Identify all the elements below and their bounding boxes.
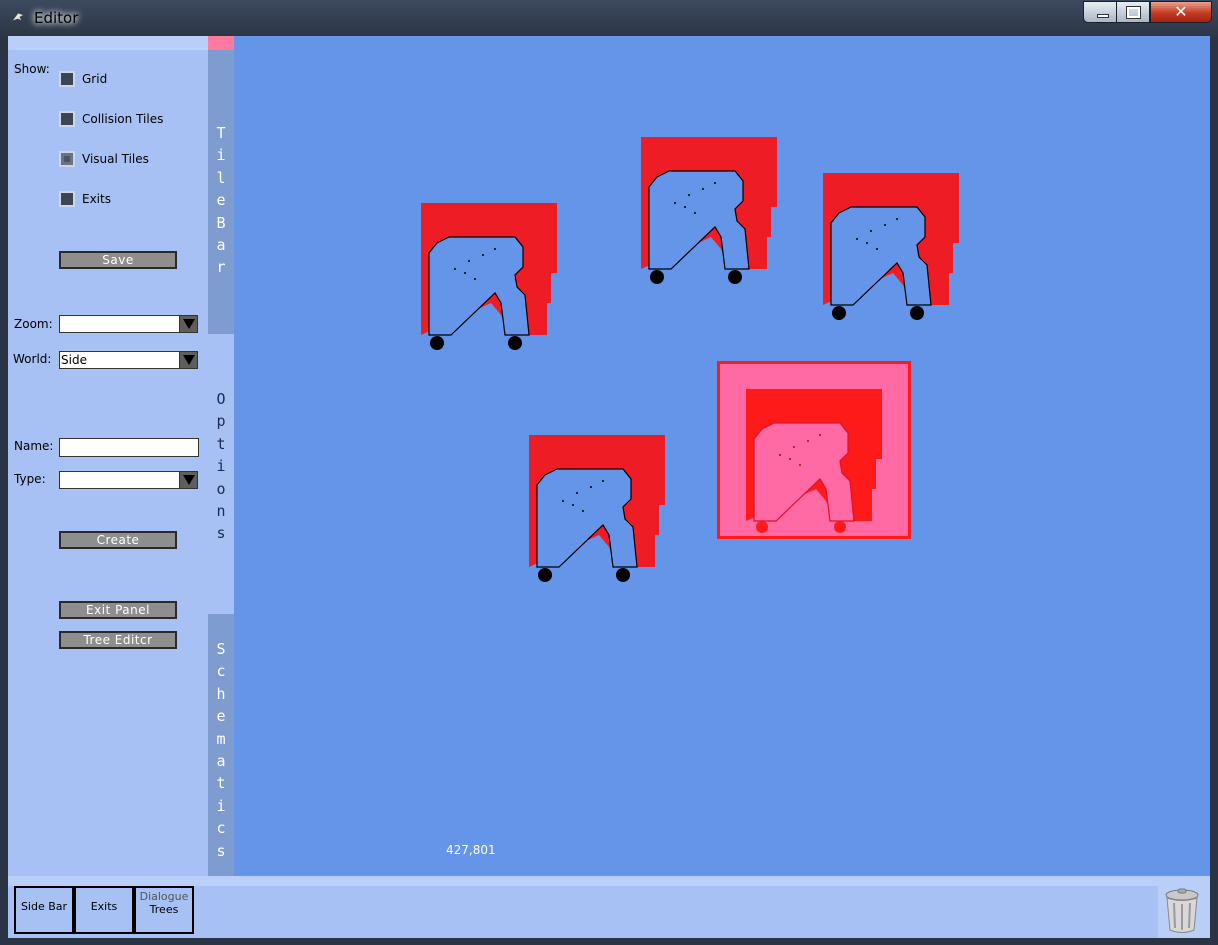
tab-tilebar[interactable]: TileBar (208, 50, 234, 334)
bottom-tab-exits-label: Exits (90, 900, 118, 913)
name-input[interactable] (59, 438, 199, 457)
visual-tiles-checkbox[interactable] (59, 151, 75, 167)
show-label: Show: (14, 62, 50, 76)
sprite-object-selected[interactable] (746, 389, 886, 539)
grid-checkbox[interactable] (59, 71, 75, 87)
zoom-label: Zoom: (14, 317, 53, 331)
tree-editor-button[interactable]: Tree Editcr (59, 631, 177, 649)
chevron-down-icon[interactable] (179, 316, 197, 332)
close-icon: ✕ (1174, 2, 1188, 21)
collision-tiles-label: Collision Tiles (82, 112, 164, 126)
bottom-tab-exits[interactable]: Exits (74, 886, 134, 934)
create-button[interactable]: Create (59, 531, 177, 549)
world-select[interactable]: Side (59, 351, 198, 369)
trash-can-icon[interactable] (1163, 888, 1201, 934)
bottom-tab-dialogue-label: Dialogue (139, 890, 189, 903)
tab-tilebar-label: TileBar (216, 124, 226, 277)
bottom-tab-side-bar-label: Side Bar (20, 900, 68, 913)
grid-label: Grid (82, 72, 108, 86)
tab-options[interactable]: Options (208, 334, 234, 614)
bottom-tab-trees-label: Trees (149, 903, 179, 916)
tab-options-label: Options (216, 390, 226, 543)
world-select-value: Side (61, 353, 87, 367)
side-bar-panel: Show: Grid Collision Tiles Visual Tiles … (8, 36, 208, 876)
bottom-bar: Side Bar Exits Dialogue Trees (8, 876, 1210, 938)
bottom-tab-dialogue-trees[interactable]: Dialogue Trees (134, 886, 194, 934)
type-select[interactable] (59, 471, 198, 489)
type-label: Type: (14, 472, 46, 486)
exits-checkbox[interactable] (59, 191, 75, 207)
cursor-coordinates: 427,801 (446, 843, 496, 857)
chevron-down-icon[interactable] (179, 352, 197, 368)
sprite-object-3[interactable] (823, 173, 963, 323)
sprite-object-4[interactable] (529, 435, 669, 585)
editor-client-area: 427,801 Show: Grid Collision Tiles Visua… (8, 36, 1210, 938)
collision-tiles-checkbox[interactable] (59, 111, 75, 127)
name-label: Name: (14, 439, 54, 453)
sidebar-header-strip (8, 36, 208, 50)
zoom-select[interactable] (59, 315, 198, 333)
sprite-object-1[interactable] (421, 203, 561, 353)
tab-schematics[interactable]: Schematics (208, 614, 234, 900)
maximize-button[interactable] (1116, 1, 1150, 23)
minimize-icon (1097, 14, 1109, 18)
exit-panel-button[interactable]: Exit Panel (59, 601, 177, 619)
tab-strip-accent (208, 36, 234, 50)
save-button[interactable]: Save (59, 251, 177, 269)
title-bar[interactable]: Editor ✕ (0, 0, 1218, 36)
exits-label: Exits (82, 192, 111, 206)
window-title: Editor (34, 9, 79, 27)
world-label: World: (13, 352, 52, 366)
visual-tiles-label: Visual Tiles (82, 152, 149, 166)
maximize-icon (1126, 6, 1141, 19)
bottom-tab-side-bar[interactable]: Side Bar (14, 886, 74, 934)
tab-schematics-label: Schematics (216, 640, 226, 860)
vertical-tab-strip: TileBar Options Schematics (208, 36, 234, 900)
sprite-object-2[interactable] (641, 137, 781, 287)
app-icon (10, 12, 26, 22)
close-button[interactable]: ✕ (1150, 1, 1212, 23)
window-frame: Editor ✕ 427,801 Show: Grid Collision Ti… (0, 0, 1218, 945)
selected-sprite-highlight[interactable] (717, 361, 911, 539)
chevron-down-icon[interactable] (179, 472, 197, 488)
